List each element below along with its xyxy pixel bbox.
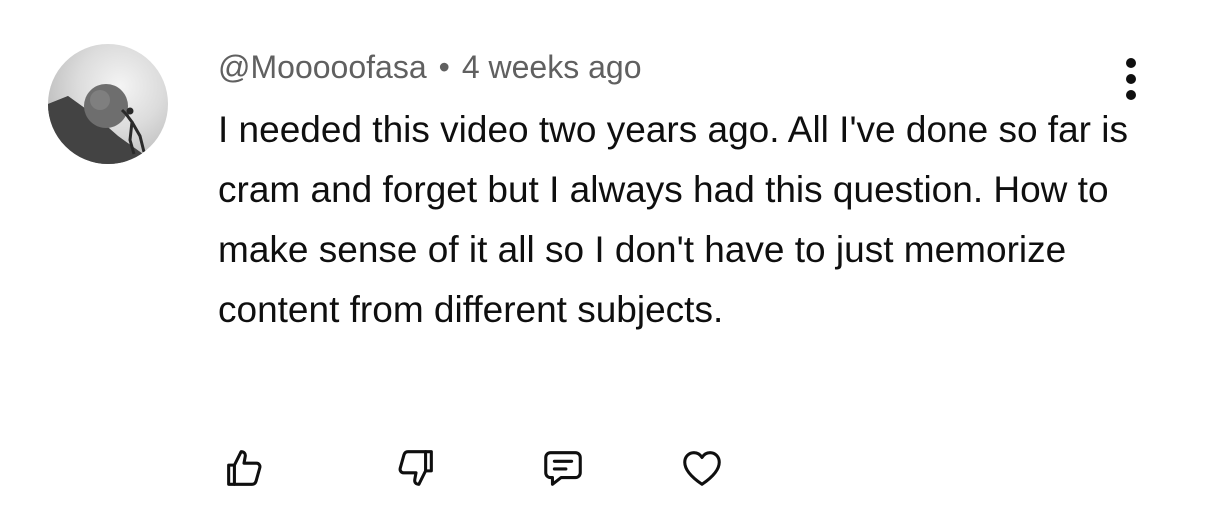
reply-button[interactable] <box>535 440 591 496</box>
dislike-button[interactable] <box>388 440 444 496</box>
more-options-button[interactable] <box>1112 54 1150 104</box>
avatar[interactable] <box>48 44 168 164</box>
meta-separator: • <box>438 49 450 85</box>
heart-icon <box>683 451 721 486</box>
like-button[interactable] <box>216 440 272 496</box>
comment-timestamp[interactable]: 4 weeks ago <box>462 49 642 85</box>
comment-text: I needed this video two years ago. All I… <box>218 109 1128 330</box>
heart-button[interactable] <box>674 440 730 496</box>
comment-card: @Mooooofasa • 4 weeks ago I needed this vi… <box>0 0 1206 522</box>
thumbs-up-icon <box>227 450 262 486</box>
sisyphus-boulder-avatar-icon <box>48 84 168 164</box>
more-vertical-icon <box>1126 58 1136 100</box>
reply-icon <box>544 451 582 486</box>
comment-meta: @Mooooofasa • 4 weeks ago <box>218 46 641 88</box>
thumbs-down-icon <box>398 450 433 486</box>
author-name[interactable]: @Mooooofasa <box>218 49 427 85</box>
comment-actions <box>210 440 770 496</box>
